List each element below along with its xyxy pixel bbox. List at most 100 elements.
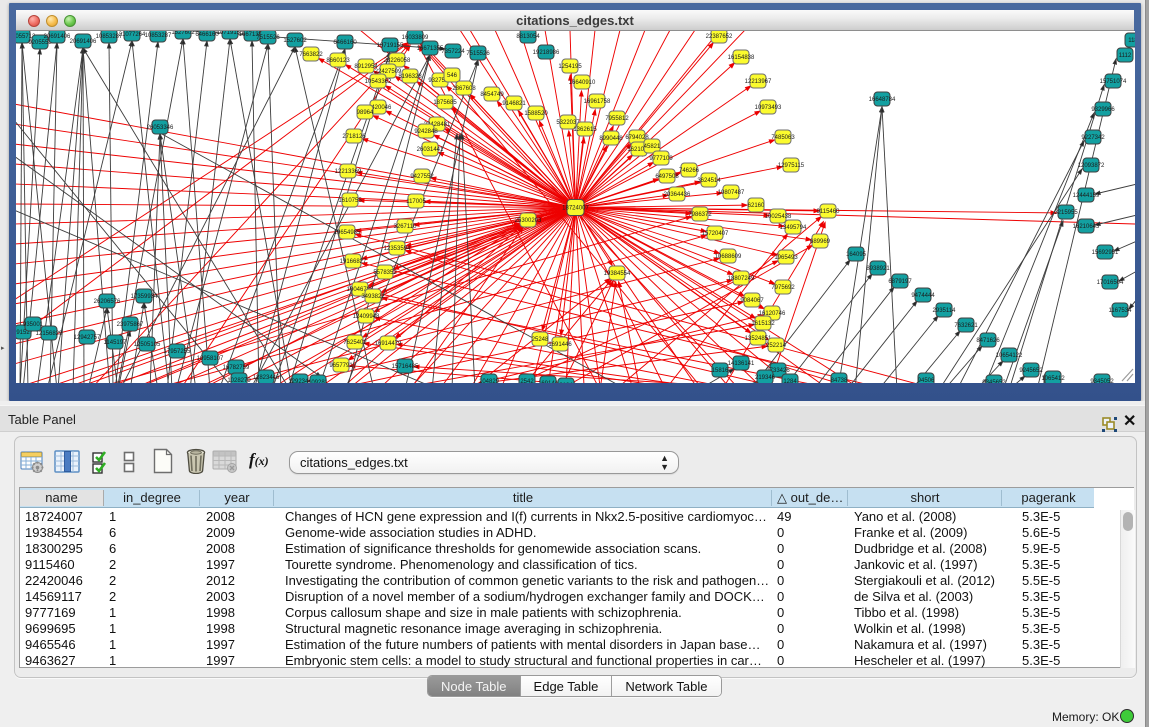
svg-text:12353594: 12353594 bbox=[384, 246, 411, 252]
svg-text:26031441: 26031441 bbox=[417, 147, 444, 153]
svg-text:17359934: 17359934 bbox=[131, 294, 158, 300]
svg-text:6466160: 6466160 bbox=[333, 40, 357, 46]
svg-text:164095: 164095 bbox=[846, 252, 867, 258]
svg-text:1254195: 1254195 bbox=[558, 64, 582, 70]
svg-text:7632621: 7632621 bbox=[954, 323, 978, 329]
svg-text:8454749: 8454749 bbox=[480, 92, 504, 98]
svg-text:16154838: 16154838 bbox=[728, 55, 755, 61]
svg-text:7955812: 7955812 bbox=[605, 116, 629, 122]
svg-text:2718126: 2718126 bbox=[342, 134, 366, 140]
svg-text:252214: 252214 bbox=[766, 343, 787, 349]
svg-text:18807249: 18807249 bbox=[728, 276, 755, 282]
svg-text:17016504: 17016504 bbox=[1097, 280, 1124, 286]
svg-text:9227342: 9227342 bbox=[1081, 135, 1105, 141]
svg-text:689969: 689969 bbox=[810, 239, 831, 245]
svg-text:1965493: 1965493 bbox=[774, 255, 798, 261]
svg-text:6497508: 6497508 bbox=[655, 174, 679, 180]
svg-text:9146821: 9146821 bbox=[502, 101, 526, 107]
svg-text:14136141: 14136141 bbox=[728, 361, 755, 367]
svg-text:1527602: 1527602 bbox=[283, 38, 307, 44]
svg-text:21077264: 21077264 bbox=[119, 32, 146, 38]
svg-text:15692951: 15692951 bbox=[1092, 250, 1119, 256]
svg-text:10688609: 10688609 bbox=[715, 254, 742, 260]
svg-text:8990448: 8990448 bbox=[599, 136, 623, 142]
svg-text:10719155: 10719155 bbox=[377, 43, 404, 49]
svg-text:219346: 219346 bbox=[755, 375, 776, 381]
svg-text:12213967: 12213967 bbox=[745, 79, 772, 85]
svg-text:20364436: 20364436 bbox=[664, 192, 691, 198]
svg-text:935001: 935001 bbox=[23, 322, 44, 328]
svg-text:2542: 2542 bbox=[520, 379, 534, 383]
svg-text:8471626: 8471626 bbox=[976, 338, 1000, 344]
svg-text:16914479: 16914479 bbox=[375, 341, 402, 347]
svg-text:12156829: 12156829 bbox=[36, 331, 63, 337]
svg-text:94506: 94506 bbox=[918, 378, 935, 383]
svg-text:1112: 1112 bbox=[1119, 53, 1132, 59]
svg-text:7986372: 7986372 bbox=[688, 212, 712, 218]
svg-text:7515526: 7515526 bbox=[466, 51, 490, 57]
svg-text:9657791: 9657791 bbox=[329, 363, 353, 369]
svg-text:17957255: 17957255 bbox=[164, 349, 191, 355]
svg-text:9474444: 9474444 bbox=[911, 293, 935, 299]
svg-text:1610755: 1610755 bbox=[338, 198, 362, 204]
svg-text:22387652: 22387652 bbox=[706, 34, 733, 40]
svg-text:26206576: 26206576 bbox=[94, 299, 121, 305]
svg-text:16782759: 16782759 bbox=[223, 365, 250, 371]
svg-text:12409948: 12409948 bbox=[353, 314, 380, 320]
svg-text:23975867: 23975867 bbox=[117, 322, 144, 328]
svg-text:117005: 117005 bbox=[406, 199, 426, 205]
svg-text:10973493: 10973493 bbox=[755, 105, 782, 111]
svg-text:9345652: 9345652 bbox=[982, 380, 1006, 383]
svg-text:7357224: 7357224 bbox=[441, 49, 465, 55]
svg-text:23226058: 23226058 bbox=[384, 58, 411, 64]
svg-text:12505105: 12505105 bbox=[134, 342, 161, 348]
svg-text:746266: 746266 bbox=[679, 168, 700, 174]
svg-text:8196328: 8196328 bbox=[398, 74, 422, 80]
svg-text:98964: 98964 bbox=[357, 110, 374, 116]
svg-text:109281: 109281 bbox=[308, 380, 329, 383]
svg-text:7663822: 7663822 bbox=[299, 52, 323, 58]
svg-text:1615132: 1615132 bbox=[751, 321, 775, 327]
svg-text:16671355: 16671355 bbox=[417, 46, 444, 52]
svg-text:3624514: 3624514 bbox=[697, 178, 721, 184]
svg-text:9242848: 9242848 bbox=[414, 129, 438, 135]
svg-text:3493822: 3493822 bbox=[361, 294, 385, 300]
svg-text:9345052: 9345052 bbox=[1090, 379, 1114, 383]
svg-text:16648784: 16648784 bbox=[869, 97, 896, 103]
svg-text:9084067: 9084067 bbox=[740, 298, 764, 304]
svg-text:20691406: 20691406 bbox=[70, 39, 97, 45]
svg-text:16210643: 16210643 bbox=[1073, 224, 1100, 230]
svg-text:1691446: 1691446 bbox=[548, 342, 572, 348]
svg-text:2935114: 2935114 bbox=[933, 308, 957, 314]
svg-text:15751074: 15751074 bbox=[1100, 79, 1127, 85]
svg-text:8660123: 8660123 bbox=[326, 58, 350, 64]
svg-text:1167534: 1167534 bbox=[1109, 308, 1133, 314]
svg-text:7515526: 7515526 bbox=[256, 35, 280, 41]
svg-text:2867608: 2867608 bbox=[452, 86, 476, 92]
svg-text:12093872: 12093872 bbox=[1078, 163, 1105, 169]
svg-text:84738: 84738 bbox=[831, 378, 848, 383]
svg-text:16033809: 16033809 bbox=[402, 35, 429, 41]
svg-text:16961758: 16961758 bbox=[584, 99, 611, 105]
svg-text:8813054: 8813054 bbox=[516, 34, 540, 40]
svg-text:3267110: 3267110 bbox=[394, 224, 418, 230]
svg-text:15816: 15816 bbox=[712, 368, 729, 374]
svg-text:15720407: 15720407 bbox=[702, 231, 729, 237]
svg-text:19218986: 19218986 bbox=[533, 50, 560, 56]
svg-text:19166827: 19166827 bbox=[340, 259, 367, 265]
svg-text:62160: 62160 bbox=[748, 203, 765, 209]
svg-text:118: 118 bbox=[1128, 38, 1135, 44]
svg-text:12975115: 12975115 bbox=[778, 163, 805, 169]
svg-text:10654122: 10654122 bbox=[996, 353, 1023, 359]
svg-text:20691406: 20691406 bbox=[44, 34, 71, 40]
svg-text:1145197: 1145197 bbox=[104, 340, 128, 346]
svg-text:15716485: 15716485 bbox=[392, 364, 419, 370]
svg-text:45821: 45821 bbox=[644, 144, 661, 150]
svg-text:1065412: 1065412 bbox=[1041, 376, 1065, 382]
svg-text:18724007: 18724007 bbox=[562, 205, 589, 211]
svg-text:7975692: 7975692 bbox=[771, 285, 795, 291]
svg-text:9329966: 9329966 bbox=[1091, 107, 1115, 113]
svg-text:13495794: 13495794 bbox=[780, 225, 807, 231]
svg-text:7625402: 7625402 bbox=[343, 340, 367, 346]
svg-text:9777109: 9777109 bbox=[649, 156, 673, 162]
